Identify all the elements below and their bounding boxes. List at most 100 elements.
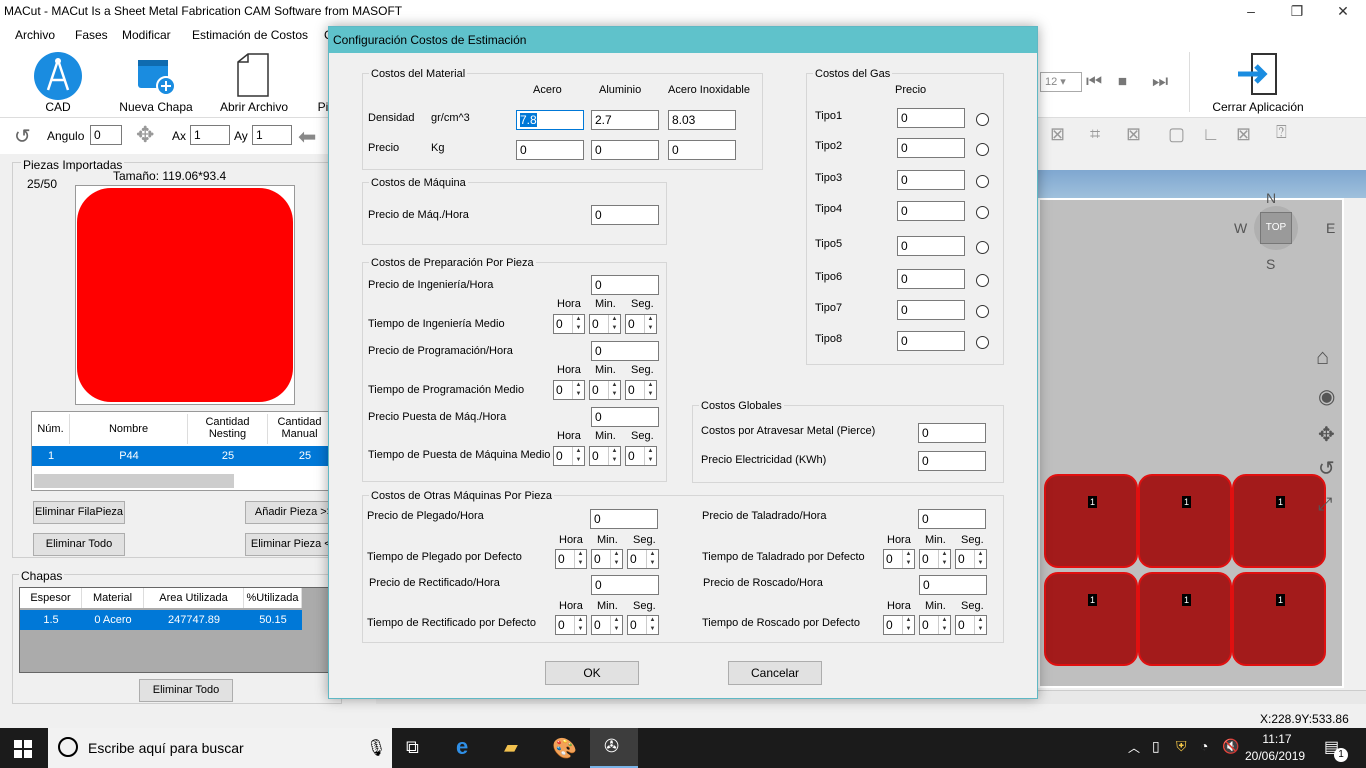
- prog-min-spinner[interactable]: 0 ▲ ▼: [589, 380, 621, 400]
- menu-fases[interactable]: Fases: [75, 28, 108, 42]
- abrir-archivo-label[interactable]: Abrir Archivo: [214, 100, 294, 114]
- cell-nombre[interactable]: P44: [70, 446, 188, 466]
- col-num[interactable]: Núm.: [32, 414, 70, 444]
- spinner-arrows-icon[interactable]: ▲ ▼: [572, 447, 584, 465]
- ing-min-spinner[interactable]: 0 ▲ ▼: [589, 314, 621, 334]
- col-area[interactable]: Area Utilizada: [144, 588, 244, 608]
- wifi-icon[interactable]: ◔: [1200, 738, 1208, 754]
- nueva-chapa-label[interactable]: Nueva Chapa: [116, 100, 196, 114]
- edge-icon[interactable]: e: [456, 734, 468, 760]
- frame-icon[interactable]: ▢: [1168, 124, 1185, 145]
- corner-icon[interactable]: ∟: [1202, 124, 1220, 145]
- first-icon[interactable]: ⏮: [1086, 71, 1102, 92]
- spinner-arrows-icon[interactable]: ▲ ▼: [902, 550, 914, 568]
- pierce-input[interactable]: 0: [918, 423, 986, 443]
- move-icon[interactable]: ✥: [136, 122, 154, 148]
- minimize-button[interactable]: –: [1228, 0, 1274, 24]
- delete-x-icon[interactable]: ⊠: [1050, 124, 1065, 145]
- maximize-button[interactable]: ❐: [1274, 0, 1320, 24]
- densidad-acero-input[interactable]: 7.8: [516, 110, 584, 130]
- security-icon[interactable]: ⛨: [1176, 738, 1187, 755]
- zoom-select[interactable]: 12 ▾: [1040, 72, 1082, 92]
- col-manual[interactable]: Cantidad Manual: [268, 414, 332, 444]
- gas-radio-button[interactable]: [976, 336, 989, 349]
- ing-seg-spinner[interactable]: 0 ▲ ▼: [625, 314, 657, 334]
- spinner-arrows-icon[interactable]: ▲ ▼: [644, 381, 656, 399]
- ay-input[interactable]: 1: [252, 125, 292, 145]
- col-material[interactable]: Material: [82, 588, 144, 608]
- plegado-min-spinner[interactable]: 0 ▲ ▼: [591, 549, 623, 569]
- arrow-left-icon[interactable]: ⬅: [298, 124, 316, 150]
- help-icon[interactable]: ⍰: [1276, 122, 1287, 143]
- spinner-arrows-icon[interactable]: ▲ ▼: [610, 550, 622, 568]
- spinner-arrows-icon[interactable]: ▲ ▼: [938, 550, 950, 568]
- cell-num[interactable]: 1: [32, 446, 70, 466]
- clock-time[interactable]: 11:17: [1249, 732, 1305, 746]
- ok-button[interactable]: OK: [545, 661, 639, 685]
- puesta-hora-spinner[interactable]: 0 ▲ ▼: [553, 446, 585, 466]
- chevron-up-icon[interactable]: ︿: [1128, 739, 1140, 756]
- macut-taskbar-item[interactable]: ✇: [590, 728, 638, 768]
- chapas-eliminar-todo-button[interactable]: Eliminar Todo: [139, 679, 233, 702]
- spinner-arrows-icon[interactable]: ▲ ▼: [572, 381, 584, 399]
- eliminar-todo-button[interactable]: Eliminar Todo: [33, 533, 125, 556]
- cell-nesting[interactable]: 25: [188, 446, 268, 466]
- home-icon[interactable]: ⌂: [1316, 344, 1329, 370]
- gas-precio-input[interactable]: 0: [897, 201, 965, 221]
- spinner-arrows-icon[interactable]: ▲ ▼: [974, 550, 986, 568]
- puesta-min-spinner[interactable]: 0 ▲ ▼: [589, 446, 621, 466]
- gas-radio-button[interactable]: [976, 305, 989, 318]
- windows-start-icon[interactable]: [14, 740, 32, 758]
- part-1[interactable]: 1: [1044, 474, 1138, 568]
- gas-radio-button[interactable]: [976, 206, 989, 219]
- densidad-inox-input[interactable]: 8.03: [668, 110, 736, 130]
- spinner-arrows-icon[interactable]: ▲ ▼: [572, 315, 584, 333]
- gas-precio-input[interactable]: 0: [897, 331, 965, 351]
- spinner-arrows-icon[interactable]: ▲ ▼: [902, 616, 914, 634]
- rect-seg-spinner[interactable]: 0 ▲ ▼: [627, 615, 659, 635]
- microphone-icon[interactable]: 🎙: [366, 738, 386, 758]
- spinner-arrows-icon[interactable]: ▲ ▼: [644, 447, 656, 465]
- compass-icon[interactable]: [34, 52, 82, 100]
- prog-price-input[interactable]: 0: [591, 341, 659, 361]
- taskbar-search[interactable]: Escribe aquí para buscar 🎙: [48, 728, 392, 768]
- nesting-canvas[interactable]: N W E S TOP 1 1 1 1 1 1: [1038, 190, 1344, 688]
- merge-icon[interactable]: ⌗: [1090, 124, 1100, 145]
- cell-espesor[interactable]: 1.5: [20, 610, 82, 630]
- spinner-arrows-icon[interactable]: ▲ ▼: [974, 616, 986, 634]
- col-nombre[interactable]: Nombre: [70, 414, 188, 444]
- view-cube-top[interactable]: TOP: [1260, 212, 1292, 244]
- gas-precio-input[interactable]: 0: [897, 300, 965, 320]
- prog-hora-spinner[interactable]: 0 ▲ ▼: [553, 380, 585, 400]
- rect-price-input[interactable]: 0: [591, 575, 659, 595]
- col-espesor[interactable]: Espesor: [20, 588, 82, 608]
- gas-radio-button[interactable]: [976, 241, 989, 254]
- ros-price-input[interactable]: 0: [919, 575, 987, 595]
- ros-seg-spinner[interactable]: 0 ▲ ▼: [955, 615, 987, 635]
- gas-radio-button[interactable]: [976, 175, 989, 188]
- spinner-arrows-icon[interactable]: ▲ ▼: [574, 550, 586, 568]
- menu-modificar[interactable]: Modificar: [122, 28, 171, 42]
- task-view-icon[interactable]: ⧉: [406, 737, 419, 758]
- plegado-seg-spinner[interactable]: 0 ▲ ▼: [627, 549, 659, 569]
- ing-price-input[interactable]: 0: [591, 275, 659, 295]
- close-button[interactable]: ✕: [1320, 0, 1366, 24]
- spinner-arrows-icon[interactable]: ▲ ▼: [644, 315, 656, 333]
- fit-icon[interactable]: ⤢: [1318, 494, 1332, 515]
- ing-hora-spinner[interactable]: 0 ▲ ▼: [553, 314, 585, 334]
- exit-icon[interactable]: [1236, 52, 1282, 96]
- tal-hora-spinner[interactable]: 0 ▲ ▼: [883, 549, 915, 569]
- precio-aluminio-input[interactable]: 0: [591, 140, 659, 160]
- cad-label[interactable]: CAD: [30, 100, 86, 114]
- spinner-arrows-icon[interactable]: ▲ ▼: [646, 550, 658, 568]
- cerrar-label[interactable]: Cerrar Aplicación: [1206, 100, 1310, 114]
- tal-min-spinner[interactable]: 0 ▲ ▼: [919, 549, 951, 569]
- open-file-icon[interactable]: [236, 52, 272, 98]
- undo-view-icon[interactable]: ↺: [1318, 456, 1335, 481]
- part-3[interactable]: 1: [1232, 474, 1326, 568]
- tal-price-input[interactable]: 0: [918, 509, 986, 529]
- spinner-arrows-icon[interactable]: ▲ ▼: [610, 616, 622, 634]
- cell-area[interactable]: 247747.89: [144, 610, 244, 630]
- cell-utilizada[interactable]: 50.15: [244, 610, 302, 630]
- densidad-aluminio-input[interactable]: 2.7: [591, 110, 659, 130]
